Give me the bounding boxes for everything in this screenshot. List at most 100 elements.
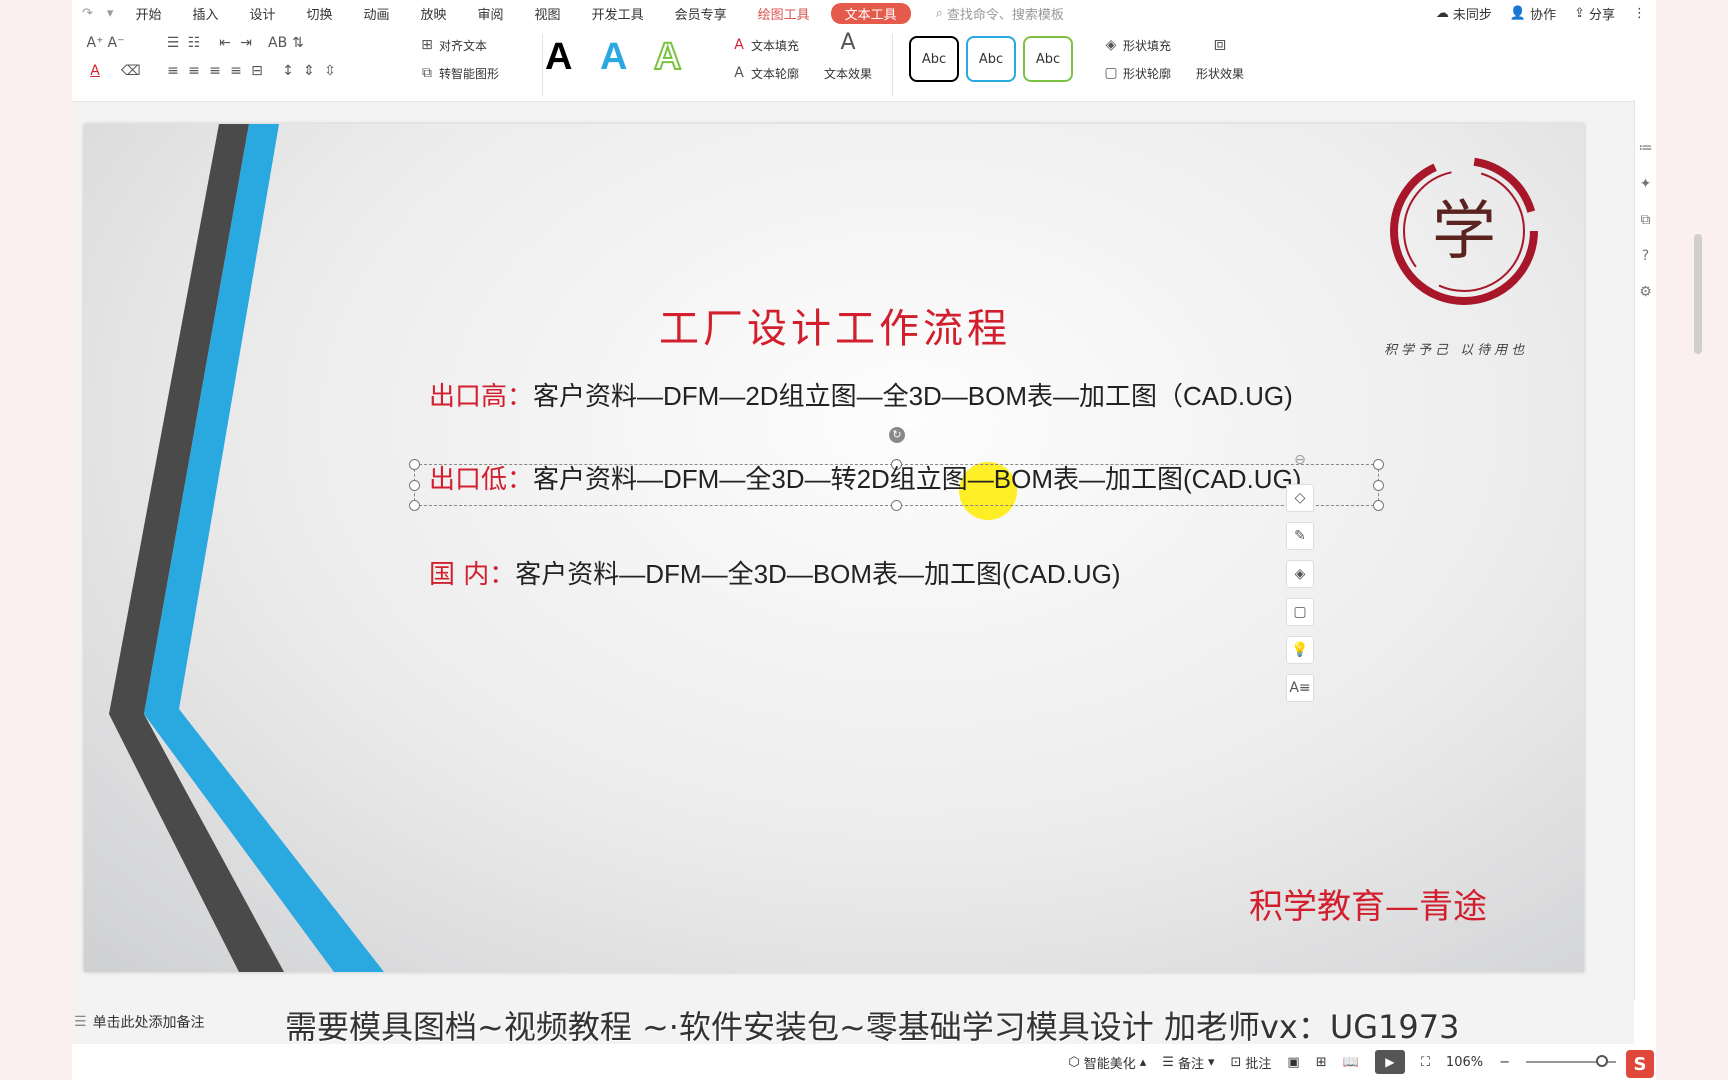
row-export-low[interactable]: 出口低：客户资料—DFM—全3D—转2D组立图—BOM表—加工图(CAD.UG) <box>429 459 1301 496</box>
tab-member[interactable]: 会员专享 <box>675 4 727 23</box>
sort-icon[interactable]: ⇅ <box>289 34 307 52</box>
tab-insert[interactable]: 插入 <box>192 4 218 23</box>
settings-icon[interactable]: ⚙ <box>1639 284 1652 300</box>
shape-style-blue[interactable]: Abc <box>966 36 1016 82</box>
increase-font-icon[interactable]: A⁺ <box>86 34 104 52</box>
collab-button[interactable]: 👤 协作 <box>1510 4 1556 23</box>
normal-view-icon[interactable]: ▣ <box>1287 1055 1299 1070</box>
seal-logo: 学 <box>1390 157 1538 305</box>
zoom-level[interactable]: 106% <box>1446 1055 1483 1070</box>
reading-view-icon[interactable]: 📖 <box>1343 1055 1359 1070</box>
tab-developer[interactable]: 开发工具 <box>592 4 644 23</box>
pen-icon[interactable]: ✎ <box>1286 522 1314 550</box>
zoom-slider[interactable] <box>1526 1055 1616 1067</box>
comments-button[interactable]: ⊡ 批注 <box>1231 1053 1272 1072</box>
shape-fill-button[interactable]: ◈ 形状填充 <box>1102 36 1171 54</box>
eraser-icon[interactable]: ⌫ <box>121 62 141 80</box>
tab-home[interactable]: 开始 <box>135 4 161 23</box>
tab-animation[interactable]: 动画 <box>364 4 390 23</box>
resize-handle[interactable] <box>1373 480 1384 491</box>
tab-transitions[interactable]: 切换 <box>306 4 332 23</box>
row-domestic[interactable]: 国 内：客户资料—DFM—全3D—BOM表—加工图(CAD.UG) <box>429 554 1120 591</box>
vertical-scrollbar[interactable] <box>1690 214 1706 1080</box>
collapse-icon[interactable]: ⊖ <box>1286 446 1314 474</box>
spacing-icon[interactable]: ⇳ <box>321 62 339 80</box>
text-effect-button[interactable]: A 文本效果 <box>824 32 872 82</box>
command-search[interactable]: ⌕ 查找命令、搜索模板 <box>936 4 1064 23</box>
brand-text[interactable]: 积学教育—青途 <box>1249 879 1487 928</box>
right-sidebar: ≔ ✦ ⧉ ? ⚙ <box>1634 100 1656 1000</box>
indent-icon[interactable]: ⇥ <box>237 34 255 52</box>
distribute-icon[interactable]: ⊟ <box>248 62 266 80</box>
zoom-knob[interactable] <box>1596 1055 1608 1067</box>
shape-style-green[interactable]: Abc <box>1023 36 1073 82</box>
font-color-icon[interactable]: A <box>86 62 104 80</box>
beautify-label: 智能美化 <box>1083 1056 1136 1072</box>
tab-review[interactable]: 审阅 <box>478 4 504 23</box>
copy-icon[interactable]: ⧉ <box>1641 212 1651 228</box>
wordart-black[interactable]: A <box>545 36 572 79</box>
dropdown-icon[interactable]: ▾ <box>107 6 114 21</box>
line-spacing-icon[interactable]: ↕ <box>279 62 297 80</box>
share-icon: ⇪ <box>1574 5 1585 21</box>
wordart-green-outline[interactable]: A <box>653 35 682 79</box>
row-key: 出口低： <box>429 465 534 495</box>
decrease-font-icon[interactable]: A⁻ <box>107 34 125 52</box>
play-icon[interactable]: ▶ <box>1374 1050 1405 1074</box>
resize-handle[interactable] <box>409 459 420 470</box>
shape-outline-button[interactable]: ▢ 形状轮廓 <box>1102 64 1171 82</box>
video-subtitle: 需要模具图档~视频教程 ~·软件安装包~零基础学习模具设计 加老师vx：UG19… <box>285 1008 1460 1046</box>
tab-view[interactable]: 视图 <box>535 4 561 23</box>
row-value: 客户资料—DFM—全3D—BOM表—加工图(CAD.UG) <box>515 559 1121 589</box>
slide-title[interactable]: 工厂设计工作流程 <box>659 296 1011 354</box>
resize-handle[interactable] <box>409 480 420 491</box>
text-direction-icon[interactable]: AB <box>268 34 287 52</box>
outdent-icon[interactable]: ⇤ <box>216 34 234 52</box>
bulb-icon[interactable]: 💡 <box>1286 636 1314 664</box>
properties-icon[interactable]: ≔ <box>1639 140 1653 156</box>
align-right-icon[interactable]: ≡ <box>206 62 224 80</box>
tab-design[interactable]: 设计 <box>249 4 275 23</box>
text-outline-button[interactable]: A 文本轮廓 <box>730 64 799 82</box>
text-fill-label: 文本填充 <box>751 38 800 53</box>
slide[interactable]: 学 积学予己 以待用也 工厂设计工作流程 出口高：客户资料—DFM—2D组立图—… <box>84 124 1584 972</box>
smartart-button[interactable]: ⧉ 转智能图形 <box>418 64 499 82</box>
tab-drawing-tools[interactable]: 绘图工具 <box>758 4 810 23</box>
more-icon[interactable]: ⋮ <box>1633 6 1646 21</box>
align-center-icon[interactable]: ≡ <box>185 62 203 80</box>
zoom-out-icon[interactable]: − <box>1499 1055 1510 1070</box>
tab-slideshow[interactable]: 放映 <box>421 4 447 23</box>
left-frame <box>0 0 72 1080</box>
text-fill-button[interactable]: A 文本填充 <box>730 36 799 54</box>
row-export-high[interactable]: 出口高：客户资料—DFM—2D组立图—全3D—BOM表—加工图（CAD.UG) <box>429 376 1293 413</box>
justify-icon[interactable]: ≡ <box>227 62 245 80</box>
resize-handle[interactable] <box>409 500 420 511</box>
text-wrap-icon[interactable]: A≡ <box>1286 674 1314 702</box>
help-icon[interactable]: ? <box>1642 248 1649 264</box>
outline-icon[interactable]: ▢ <box>1286 598 1314 626</box>
beautify-button[interactable]: ⬡ 智能美化 ▴ <box>1068 1053 1146 1072</box>
magic-icon[interactable]: ✦ <box>1640 176 1652 192</box>
resize-handle[interactable] <box>891 500 902 511</box>
sync-status[interactable]: ☁ 未同步 <box>1436 4 1492 23</box>
fit-icon[interactable]: ⛶ <box>1421 1055 1430 1070</box>
tab-text-tools[interactable]: 文本工具 <box>830 2 911 24</box>
para-spacing-icon[interactable]: ⇕ <box>300 62 318 80</box>
align-left-icon[interactable]: ≡ <box>164 62 182 80</box>
bullet-list-icon[interactable]: ☰ <box>164 34 182 52</box>
scroll-thumb[interactable] <box>1694 234 1702 354</box>
shape-style-black[interactable]: Abc <box>909 36 959 82</box>
rotate-handle-icon[interactable]: ↻ <box>889 427 905 443</box>
share-button[interactable]: ⇪ 分享 <box>1574 4 1615 23</box>
layers-icon[interactable]: ◇ <box>1286 484 1314 512</box>
redo-icon[interactable]: ↷ <box>82 6 93 21</box>
numbered-list-icon[interactable]: ☷ <box>185 34 203 52</box>
resize-handle[interactable] <box>1373 459 1384 470</box>
notes-toggle[interactable]: ☰ 备注 ▾ <box>1162 1053 1214 1072</box>
align-text-button[interactable]: ⊞ 对齐文本 <box>418 36 487 54</box>
resize-handle[interactable] <box>1373 500 1384 511</box>
fill-icon[interactable]: ◈ <box>1286 560 1314 588</box>
shape-effect-button[interactable]: ⧈ 形状效果 <box>1196 33 1244 82</box>
wordart-blue[interactable]: A <box>600 36 627 79</box>
grid-view-icon[interactable]: ⊞ <box>1316 1055 1327 1070</box>
